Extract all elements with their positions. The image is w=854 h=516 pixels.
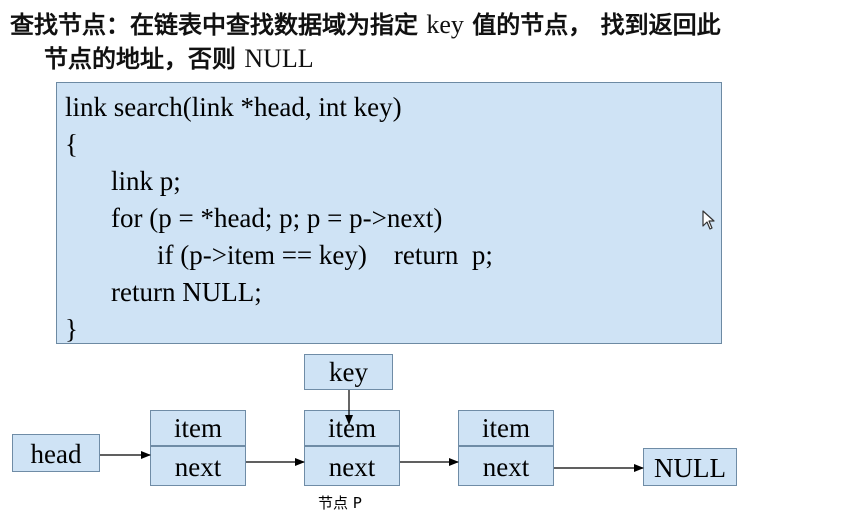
pointer-arrows: [100, 390, 644, 472]
